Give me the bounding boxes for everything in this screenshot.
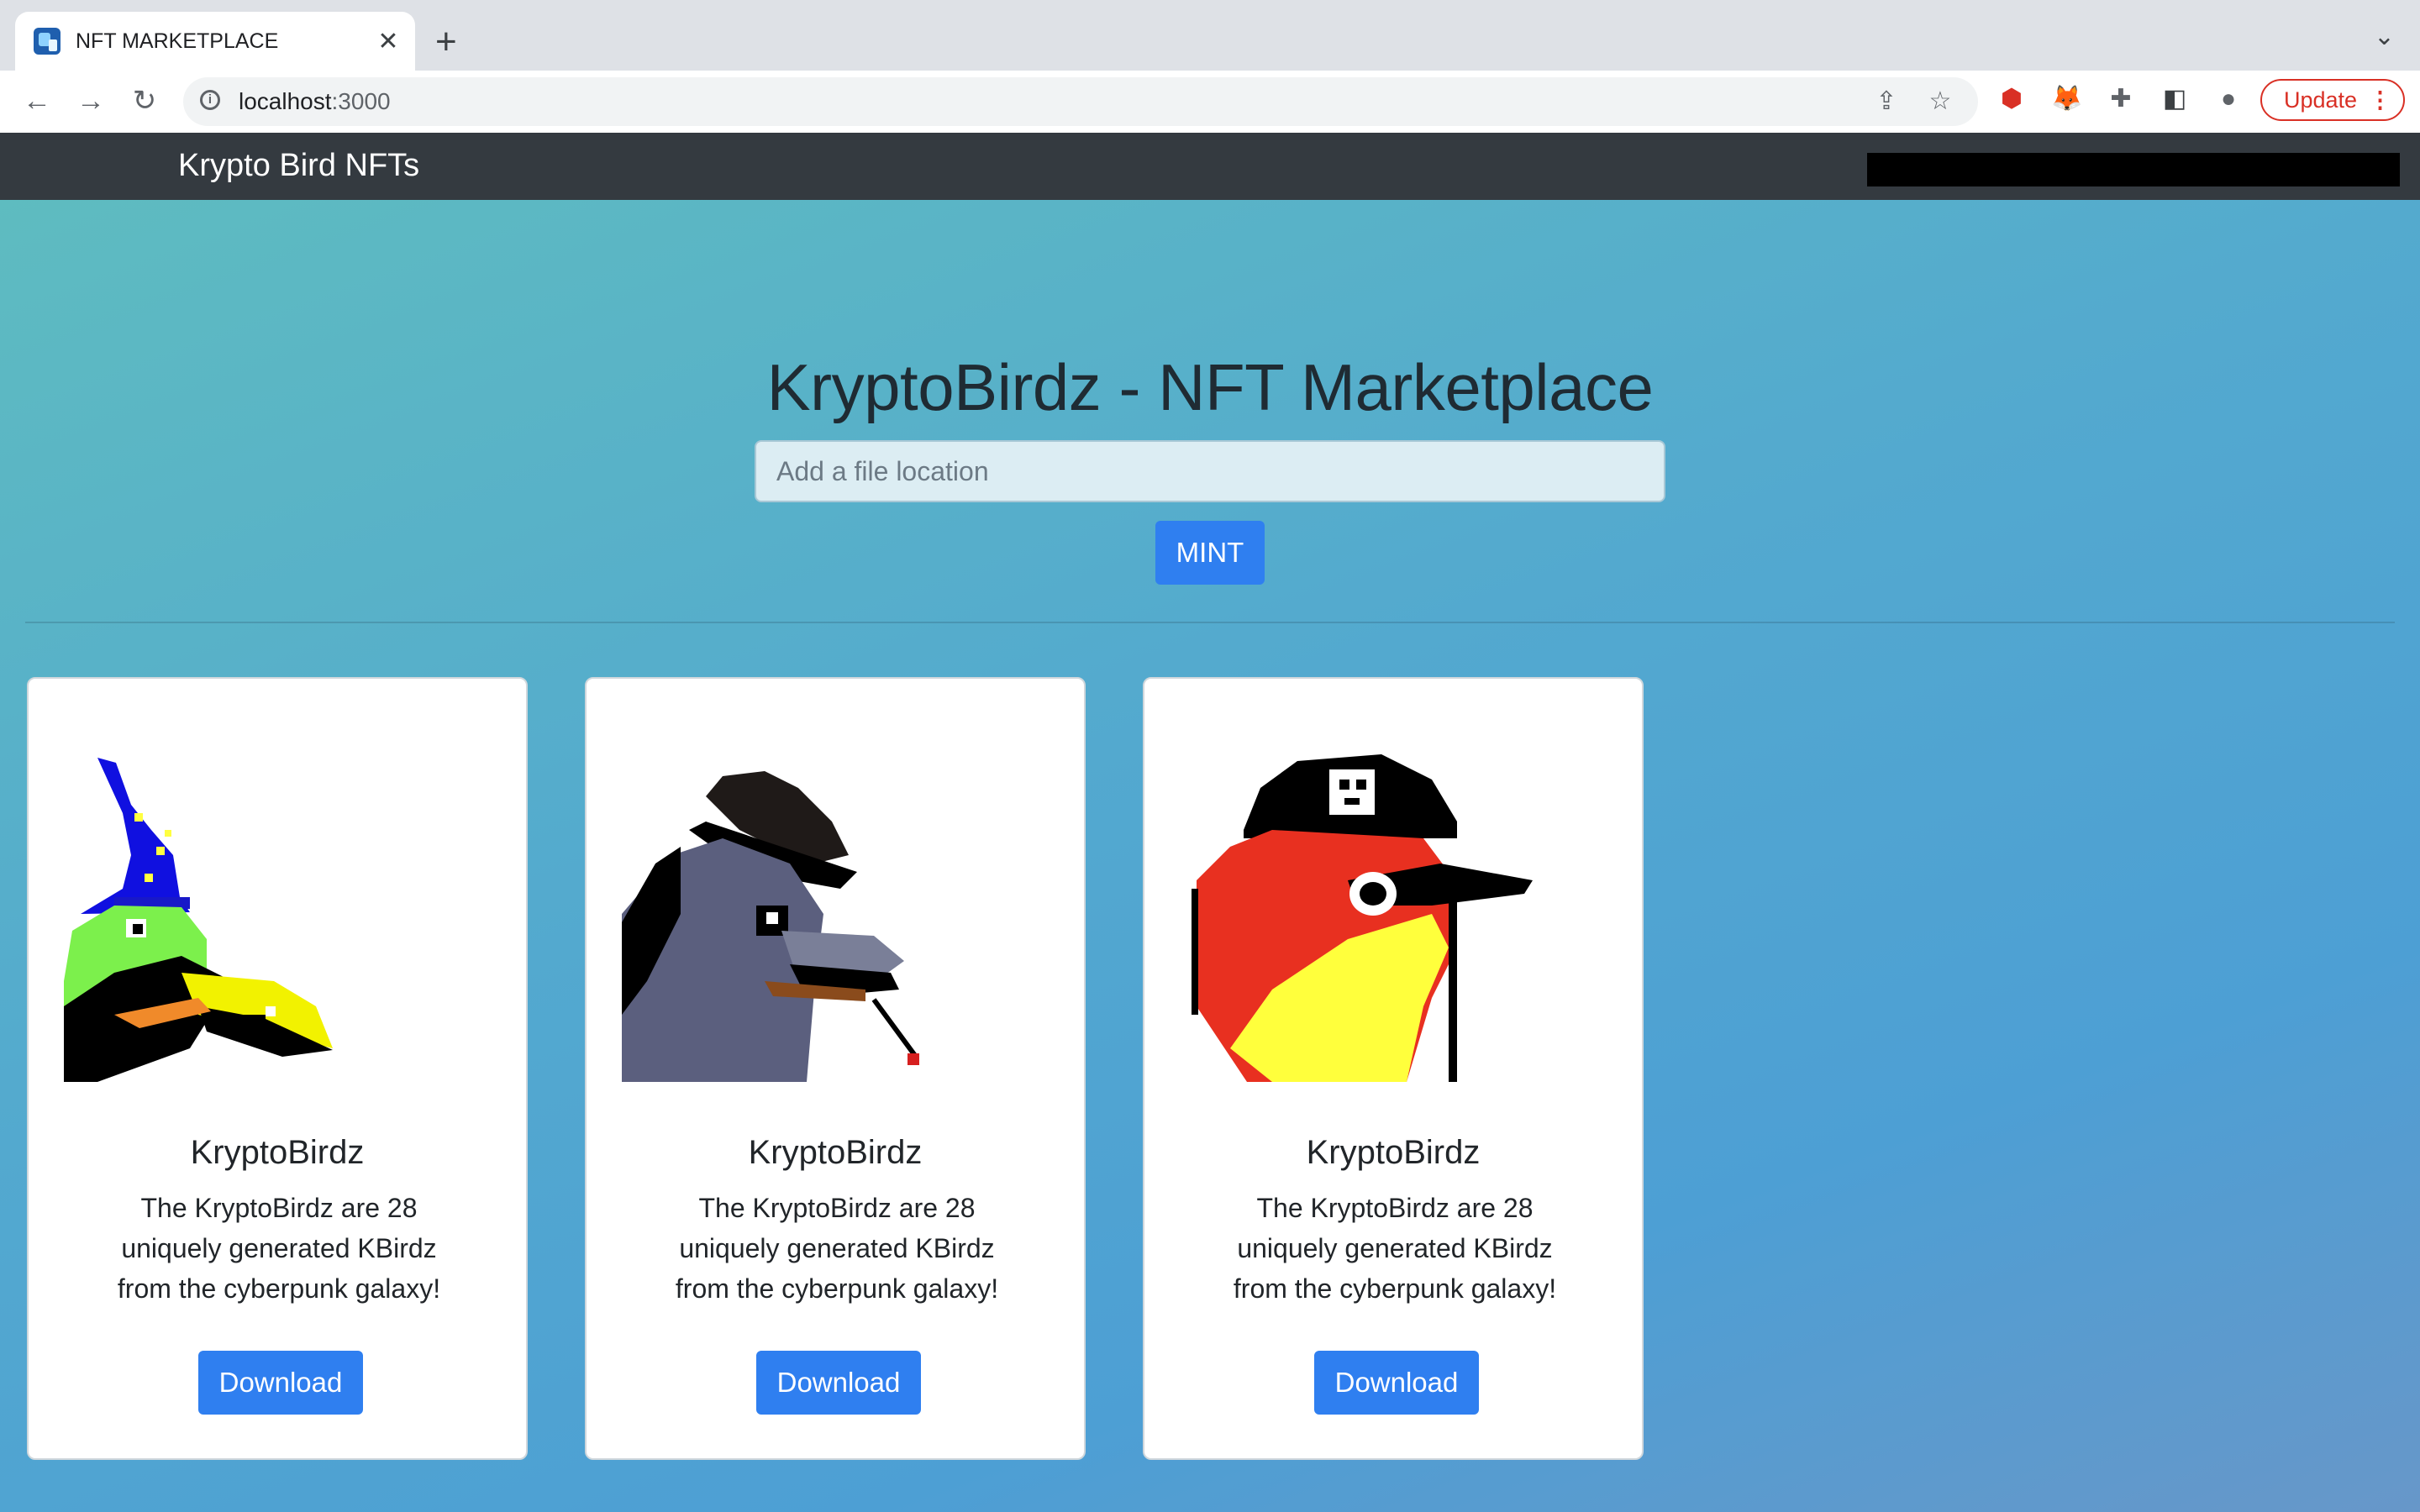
side-panel-icon[interactable]: ◧ [2158, 82, 2191, 116]
nft-card: KryptoBirdz The KryptoBirdz are 28 uniqu… [1143, 677, 1644, 1460]
back-icon[interactable]: ← [18, 82, 55, 119]
bookmark-star-icon[interactable]: ☆ [1926, 87, 1954, 116]
wizard-bird-icon [64, 758, 333, 1082]
update-button[interactable]: Update ⋮ [2260, 79, 2405, 121]
mint-button[interactable]: MINT [1155, 521, 1265, 585]
nft-image-gangster-bird [622, 729, 1050, 1082]
card-title: KryptoBirdz [1306, 1134, 1481, 1171]
download-button[interactable]: Download [198, 1351, 363, 1415]
extensions-puzzle-icon[interactable]: ✚ [2104, 82, 2138, 116]
card-title: KryptoBirdz [190, 1134, 365, 1171]
close-tab-icon[interactable]: ✕ [371, 27, 405, 56]
card-description: The KryptoBirdz are 28 uniquely generate… [675, 1193, 999, 1304]
reload-icon[interactable]: ↻ [126, 82, 163, 119]
profile-avatar-icon[interactable]: ● [2212, 82, 2245, 116]
redacted-account-address [1867, 153, 2400, 186]
browser-tab[interactable]: NFT MARKETPLACE ✕ [15, 12, 415, 71]
tab-title: NFT MARKETPLACE [76, 29, 279, 53]
info-icon[interactable]: i [200, 90, 220, 110]
card-title: KryptoBirdz [748, 1134, 923, 1171]
file-location-input[interactable] [755, 440, 1665, 502]
favicon-icon [34, 28, 60, 55]
nft-card: KryptoBirdz The KryptoBirdz are 28 uniqu… [27, 677, 528, 1460]
url-text[interactable]: localhost:3000 [239, 88, 391, 115]
divider [25, 622, 2395, 623]
chevron-down-icon[interactable]: ⌄ [2374, 22, 2395, 51]
navbar-brand[interactable]: Krypto Bird NFTs [178, 148, 419, 184]
card-description: The KryptoBirdz are 28 uniquely generate… [1233, 1193, 1557, 1304]
site-navbar: Krypto Bird NFTs [0, 133, 2420, 200]
gangster-bird-icon [622, 771, 919, 1082]
card-description: The KryptoBirdz are 28 uniquely generate… [117, 1193, 441, 1304]
menu-dots-icon[interactable]: ⋮ [2369, 81, 2391, 119]
metamask-extension-icon[interactable]: 🦊 [2050, 82, 2084, 116]
share-icon[interactable]: ⇪ [1872, 87, 1901, 116]
nft-card: KryptoBirdz The KryptoBirdz are 28 uniqu… [585, 677, 1086, 1460]
address-bar[interactable]: i localhost:3000 ⇪ ☆ [183, 77, 1978, 126]
page-body: Krypto Bird NFTs KryptoBirdz - NFT Marke… [0, 133, 2420, 1512]
nft-image-pirate-bird [1180, 729, 1608, 1082]
download-button[interactable]: Download [756, 1351, 921, 1415]
forward-icon[interactable]: → [72, 82, 109, 119]
browser-tabstrip: NFT MARKETPLACE ✕ + ⌄ [0, 0, 2420, 71]
download-button[interactable]: Download [1314, 1351, 1479, 1415]
pirate-bird-icon [1192, 754, 1533, 1082]
new-tab-icon[interactable]: + [435, 18, 457, 66]
page-title: KryptoBirdz - NFT Marketplace [766, 350, 1654, 424]
adblock-extension-icon[interactable]: ⬢ [1995, 82, 2028, 116]
nft-image-wizard-bird [64, 729, 492, 1082]
